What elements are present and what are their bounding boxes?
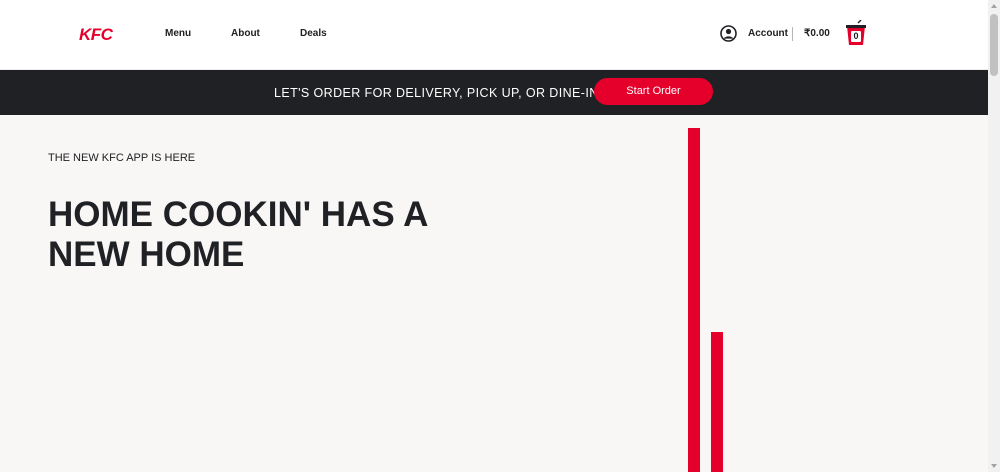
cart-count: 0 — [853, 31, 859, 41]
nav-menu-link[interactable]: Menu — [165, 28, 191, 39]
hero-headline: HOME COOKIN' HAS A NEW HOME — [48, 195, 428, 274]
scrollbar-thumb[interactable] — [990, 14, 998, 76]
start-order-button[interactable]: Start Order — [594, 78, 713, 105]
kfc-logo[interactable]: KFC — [79, 25, 113, 45]
scroll-up-icon[interactable] — [991, 4, 997, 8]
red-stripe-left — [688, 128, 700, 472]
hero-kicker: THE NEW KFC APP IS HERE — [48, 152, 196, 164]
header-divider — [792, 27, 793, 41]
order-bar: LET'S ORDER FOR DELIVERY, PICK UP, OR DI… — [0, 70, 988, 115]
order-bar-text: LET'S ORDER FOR DELIVERY, PICK UP, OR DI… — [274, 86, 599, 100]
account-link[interactable]: Account — [748, 28, 788, 39]
cart-total[interactable]: ₹0.00 — [804, 28, 830, 39]
cart-button[interactable]: 0 — [844, 19, 868, 47]
account-icon[interactable] — [720, 25, 737, 42]
page-scrollbar[interactable] — [988, 0, 1000, 472]
red-stripe-right — [711, 332, 723, 472]
nav-deals-link[interactable]: Deals — [300, 28, 327, 39]
nav-about-link[interactable]: About — [231, 28, 260, 39]
hero-section: THE NEW KFC APP IS HERE HOME COOKIN' HAS… — [0, 115, 988, 472]
scroll-down-icon[interactable] — [991, 464, 997, 468]
site-header: KFC Menu About Deals Account ₹0.00 0 — [0, 0, 988, 70]
